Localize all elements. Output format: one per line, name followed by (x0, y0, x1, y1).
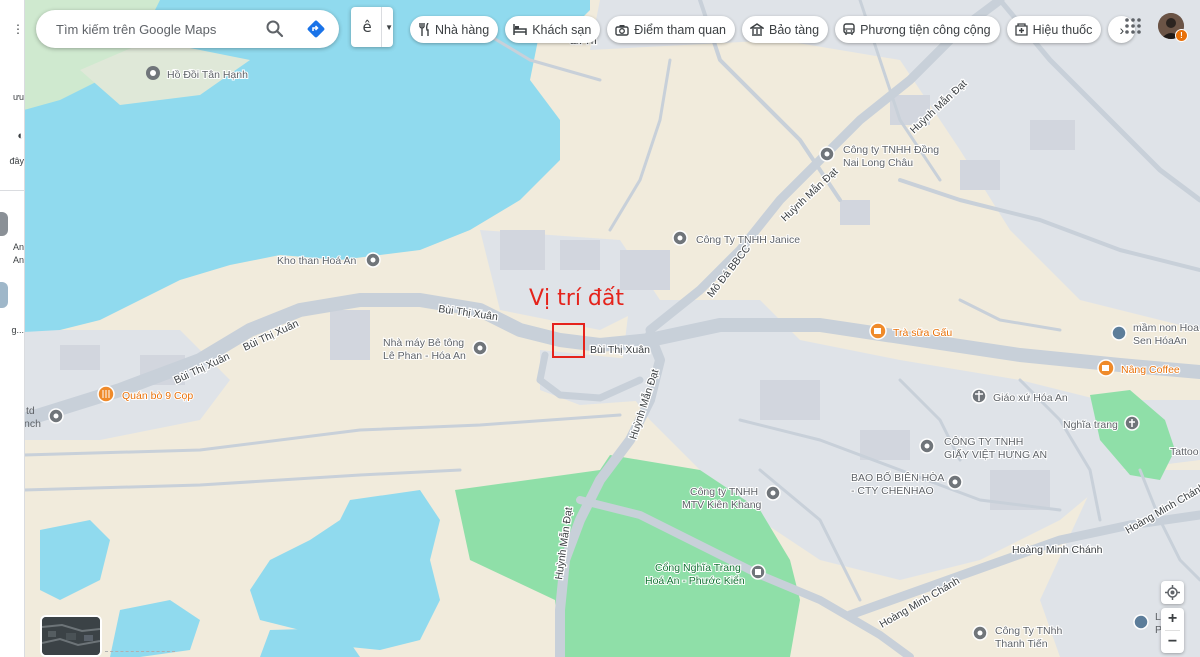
poi-label: nch (24, 418, 41, 430)
poi-label: Cổng Nghĩa Trang (655, 562, 741, 574)
zoom-out-button[interactable]: − (1161, 631, 1184, 653)
sidebar-thumb-1-label-a: An (12, 242, 24, 252)
chip-label: Phương tiện công cộng (860, 22, 991, 37)
poi-label: Nai Long Châu (843, 157, 913, 169)
bed-icon (513, 24, 527, 35)
poi-label: Hoá An - Phước Kiển (645, 575, 745, 587)
poi-label: BAO BỐ BIÊN HÒA (851, 470, 944, 484)
poi-label: Giáo xứ Hóa An (993, 392, 1068, 404)
poi-nghia-trang: Nghĩa trang (1062, 415, 1140, 432)
museum-icon (750, 23, 765, 36)
sidebar-menu-icon[interactable]: ⋮ (0, 22, 24, 36)
chip-label: Điểm tham quan (634, 22, 727, 37)
alert-badge-icon: ! (1175, 29, 1188, 42)
account-avatar[interactable]: ! (1158, 13, 1188, 42)
poi-label: Nghĩa trang (1063, 419, 1118, 431)
search-bar (36, 10, 339, 48)
poi-label: MTV Kiên Khang (682, 499, 762, 511)
chip-museums[interactable]: Bảo tàng (742, 16, 829, 43)
poi-label: Quán bò 9 Cọp (122, 390, 193, 402)
camera-icon (615, 24, 629, 36)
sidebar-thumb-1[interactable] (0, 212, 8, 236)
my-location-icon (1165, 585, 1180, 600)
poi-label: Công Ty TNHH Janice (696, 234, 800, 246)
poi-label: Kho than Hoá An (277, 255, 357, 267)
poi-label: mầm non Hoa (1133, 322, 1199, 334)
search-input[interactable] (54, 20, 248, 38)
my-location-button[interactable] (1161, 581, 1184, 604)
sidebar-divider (0, 190, 24, 191)
chip-hotels[interactable]: Khách sạn (505, 16, 601, 43)
chip-attractions[interactable]: Điểm tham quan (607, 16, 736, 43)
chip-label: Bảo tàng (769, 22, 820, 37)
chip-transit[interactable]: Phương tiện công cộng (835, 16, 1000, 43)
annotation-label: Vị trí đất (529, 286, 625, 311)
poi-label: Tattoo (1170, 446, 1199, 458)
poi-label: Công ty TNHH (690, 486, 758, 498)
poi-label: Lê Phan - Hóa An (383, 350, 466, 362)
poi-label: Thanh Tiến (995, 638, 1048, 650)
chevron-down-icon[interactable]: ▼ (385, 23, 393, 32)
poi-label: Trà sữa Gấu (893, 327, 952, 339)
sidebar-thumb-2[interactable] (0, 282, 8, 308)
bus-icon (843, 23, 855, 35)
chip-label: Hiệu thuốc (1032, 22, 1093, 37)
category-chips: Nhà hàng Khách sạn Điểm tham quan Bảo tà… (410, 16, 1136, 43)
sidebar-item-saved[interactable]: ưu (0, 92, 24, 102)
poi-label: GIẤY VIỆT HƯNG AN (944, 448, 1047, 461)
left-sidebar: ⋮ ưu ◐ đây An An g... (0, 0, 25, 657)
pharmacy-icon (1014, 23, 1028, 36)
chip-label: Khách sạn (532, 22, 592, 37)
map-canvas[interactable]: Bùi Thị Xuân Bùi Thị Xuân Bùi Thị Xuân B… (0, 0, 1200, 657)
input-tool-label: ê (362, 18, 372, 36)
poi-label: Công Ty TNhh (995, 625, 1062, 637)
road-label: Hoàng Minh Chánh (1012, 544, 1103, 556)
poi-label: td (26, 405, 35, 417)
zoom-in-button[interactable]: + (1161, 608, 1184, 630)
poi-label: - CTY CHENHAO (851, 485, 934, 497)
poi-label: CÔNG TY TNHH (944, 435, 1023, 448)
search-icon[interactable] (265, 19, 285, 39)
sidebar-item-recent[interactable]: đây (0, 156, 24, 166)
poi-label: Hồ Đồi Tân Hạnh (167, 69, 248, 81)
poi-label: Sen HóaAn (1133, 335, 1187, 347)
layers-toggle-thumbnail[interactable] (40, 615, 102, 657)
fork-knife-icon (419, 23, 429, 36)
google-apps-icon[interactable] (1123, 16, 1143, 36)
input-tool-selector[interactable]: ê ▼ (351, 7, 393, 47)
scale-line (105, 651, 175, 653)
zoom-controls: + − (1161, 608, 1184, 653)
chip-label: Nhà hàng (435, 22, 490, 37)
chip-restaurants[interactable]: Nhà hàng (410, 16, 499, 43)
sidebar-item-recent-icon[interactable]: ◐ (0, 130, 24, 142)
poi-tattoo: Tattoo (1169, 445, 1200, 459)
input-tool-divider (381, 7, 383, 47)
sidebar-thumb-2-label: g... (11, 325, 24, 335)
road-label: Bùi Thị Xuân (590, 344, 650, 356)
directions-icon[interactable] (306, 19, 326, 39)
poi-label: Công ty TNHH Đồng (843, 144, 939, 156)
poi-label: Nhà máy Bê tông (383, 337, 464, 349)
poi-label: Nâng Coffee (1121, 364, 1180, 376)
annotation-box (552, 323, 585, 358)
chip-pharmacies[interactable]: Hiệu thuốc (1006, 16, 1102, 43)
sidebar-thumb-1-label-b: An (12, 255, 24, 265)
